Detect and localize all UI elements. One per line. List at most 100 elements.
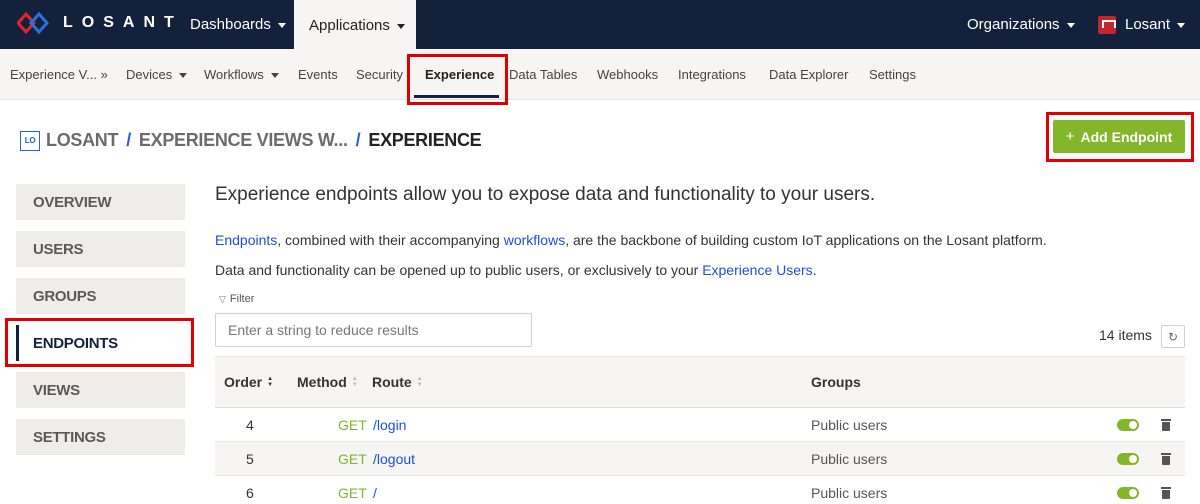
brand-name: LOSANT xyxy=(63,14,183,31)
experience-users-link[interactable]: Experience Users xyxy=(702,262,813,278)
table-header: Order ▲ ▼ Method ▲ ▼ Route ▲ ▼ Groups xyxy=(215,356,1185,408)
nav-dashboards[interactable]: Dashboards xyxy=(175,0,301,49)
nav-organizations-label: Organizations xyxy=(967,16,1060,33)
endpoints-table: Order ▲ ▼ Method ▲ ▼ Route ▲ ▼ Groups 4 GET… xyxy=(215,356,1185,504)
description-paragraph-1: Endpoints, combined with their accompany… xyxy=(215,232,1047,248)
nav-organizations[interactable]: Organizations xyxy=(952,0,1090,49)
plus-icon: + xyxy=(1065,128,1075,145)
breadcrumb-separator: / xyxy=(355,130,361,150)
active-tab-indicator xyxy=(414,95,499,98)
cell-groups: Public users xyxy=(811,417,888,433)
subnav-security[interactable]: Security xyxy=(356,49,403,100)
filter-label-text: Filter xyxy=(229,293,255,305)
subnav-data-explorer[interactable]: Data Explorer xyxy=(769,49,848,100)
trash-icon[interactable] xyxy=(1161,487,1171,499)
items-count: 14 items xyxy=(1099,327,1152,343)
description-paragraph-2: Data and functionality can be opened up … xyxy=(215,262,817,278)
column-header-method[interactable]: Method ▲ ▼ xyxy=(297,357,358,407)
page-intro: Experience endpoints allow you to expose… xyxy=(215,184,876,205)
chevron-down-icon xyxy=(1177,23,1186,28)
add-endpoint-label: Add Endpoint xyxy=(1080,128,1173,145)
sidenav-endpoints[interactable]: ENDPOINTS xyxy=(16,325,185,361)
subnav-data-tables[interactable]: Data Tables xyxy=(509,49,577,100)
breadcrumb-experience-views[interactable]: EXPERIENCE VIEWS W... xyxy=(139,130,348,151)
breadcrumb-separator: / xyxy=(126,130,131,150)
subnav-webhooks[interactable]: Webhooks xyxy=(597,49,658,100)
subnav-settings[interactable]: Settings xyxy=(869,49,916,100)
filter-label: ▽ Filter xyxy=(219,293,254,305)
application-icon: LO xyxy=(20,130,40,151)
sidenav-views[interactable]: VIEWS xyxy=(16,372,185,408)
trash-icon[interactable] xyxy=(1161,453,1171,465)
breadcrumb-application[interactable]: LOSANT xyxy=(46,130,119,151)
enabled-toggle[interactable] xyxy=(1117,487,1139,499)
add-endpoint-button[interactable]: + Add Endpoint xyxy=(1053,120,1185,153)
subnav-workflows-label: Workflows xyxy=(204,67,264,82)
description-text: , combined with their accompanying xyxy=(277,232,504,248)
subnav-integrations[interactable]: Integrations xyxy=(678,49,746,100)
refresh-icon: ↻ xyxy=(1167,329,1179,344)
column-header-order-label: Order xyxy=(224,374,263,390)
subnav-devices-label: Devices xyxy=(126,67,173,82)
top-navbar: LOSANT Dashboards Applications Organizat… xyxy=(0,0,1200,50)
trash-icon[interactable] xyxy=(1161,419,1171,431)
subnav-devices[interactable]: Devices xyxy=(126,49,188,100)
subnav-experience-views[interactable]: Experience V... » xyxy=(10,49,108,100)
nav-user-menu[interactable]: Losant xyxy=(1083,0,1200,49)
chevron-down-icon xyxy=(179,73,188,78)
cell-route[interactable]: / xyxy=(373,476,377,504)
enabled-toggle[interactable] xyxy=(1117,453,1139,465)
sort-icon: ▲ ▼ xyxy=(416,376,423,388)
refresh-button[interactable]: ↻ xyxy=(1161,325,1185,348)
sort-icon: ▲ ▼ xyxy=(267,376,274,388)
chevron-down-icon xyxy=(270,73,279,78)
column-header-method-label: Method xyxy=(297,374,347,390)
chevron-down-icon xyxy=(1066,23,1075,28)
sidenav-settings[interactable]: SETTINGS xyxy=(16,419,185,455)
enabled-toggle[interactable] xyxy=(1117,419,1139,431)
description-text: , are the backbone of building custom Io… xyxy=(565,232,1047,248)
breadcrumb-current: EXPERIENCE xyxy=(368,130,482,150)
column-header-route-label: Route xyxy=(372,374,412,390)
organization-icon xyxy=(1098,15,1116,34)
cell-order: 4 xyxy=(246,417,254,433)
table-row: 4 GET /login Public users xyxy=(215,408,1185,442)
sidenav-users[interactable]: USERS xyxy=(16,231,185,267)
nav-dashboards-label: Dashboards xyxy=(190,16,271,33)
breadcrumb: LO LOSANT / EXPERIENCE VIEWS W... / EXPE… xyxy=(20,130,482,151)
description-text: . xyxy=(812,262,817,278)
chevron-down-icon xyxy=(277,23,286,28)
subnav-workflows[interactable]: Workflows xyxy=(204,49,279,100)
column-header-groups: Groups xyxy=(811,374,861,390)
cell-order: 5 xyxy=(246,451,254,467)
endpoints-link[interactable]: Endpoints xyxy=(215,232,277,248)
filter-input[interactable] xyxy=(215,313,532,347)
column-header-order[interactable]: Order ▲ ▼ xyxy=(224,357,273,407)
column-header-route[interactable]: Route ▲ ▼ xyxy=(372,357,423,407)
chevron-down-icon xyxy=(396,23,405,29)
cell-route[interactable]: /login xyxy=(373,408,406,442)
application-subnav: Experience V... » Devices Workflows Even… xyxy=(0,49,1200,100)
cell-method: GET xyxy=(338,417,367,433)
subnav-experience[interactable]: Experience xyxy=(425,49,494,100)
table-row: 5 GET /logout Public users xyxy=(215,442,1185,476)
filter-icon: ▽ xyxy=(219,293,226,304)
nav-user-label: Losant xyxy=(1125,16,1171,33)
nav-applications[interactable]: Applications xyxy=(294,0,416,50)
nav-applications-label: Applications xyxy=(309,16,390,34)
cell-method: GET xyxy=(338,451,367,467)
workflows-link[interactable]: workflows xyxy=(504,232,565,248)
cell-order: 6 xyxy=(246,485,254,501)
losant-logo-icon xyxy=(17,12,50,34)
description-text: Data and functionality can be opened up … xyxy=(215,262,703,278)
cell-groups: Public users xyxy=(811,485,888,501)
cell-groups: Public users xyxy=(811,451,888,467)
brand-logo[interactable]: LOSANT xyxy=(17,12,183,34)
cell-route[interactable]: /logout xyxy=(373,442,415,476)
sidenav-groups[interactable]: GROUPS xyxy=(16,278,185,314)
cell-method: GET xyxy=(338,485,367,501)
table-row: 6 GET / Public users xyxy=(215,476,1185,504)
subnav-events[interactable]: Events xyxy=(298,49,338,100)
sidenav-overview[interactable]: OVERVIEW xyxy=(16,184,185,220)
sort-icon: ▲ ▼ xyxy=(351,376,358,388)
